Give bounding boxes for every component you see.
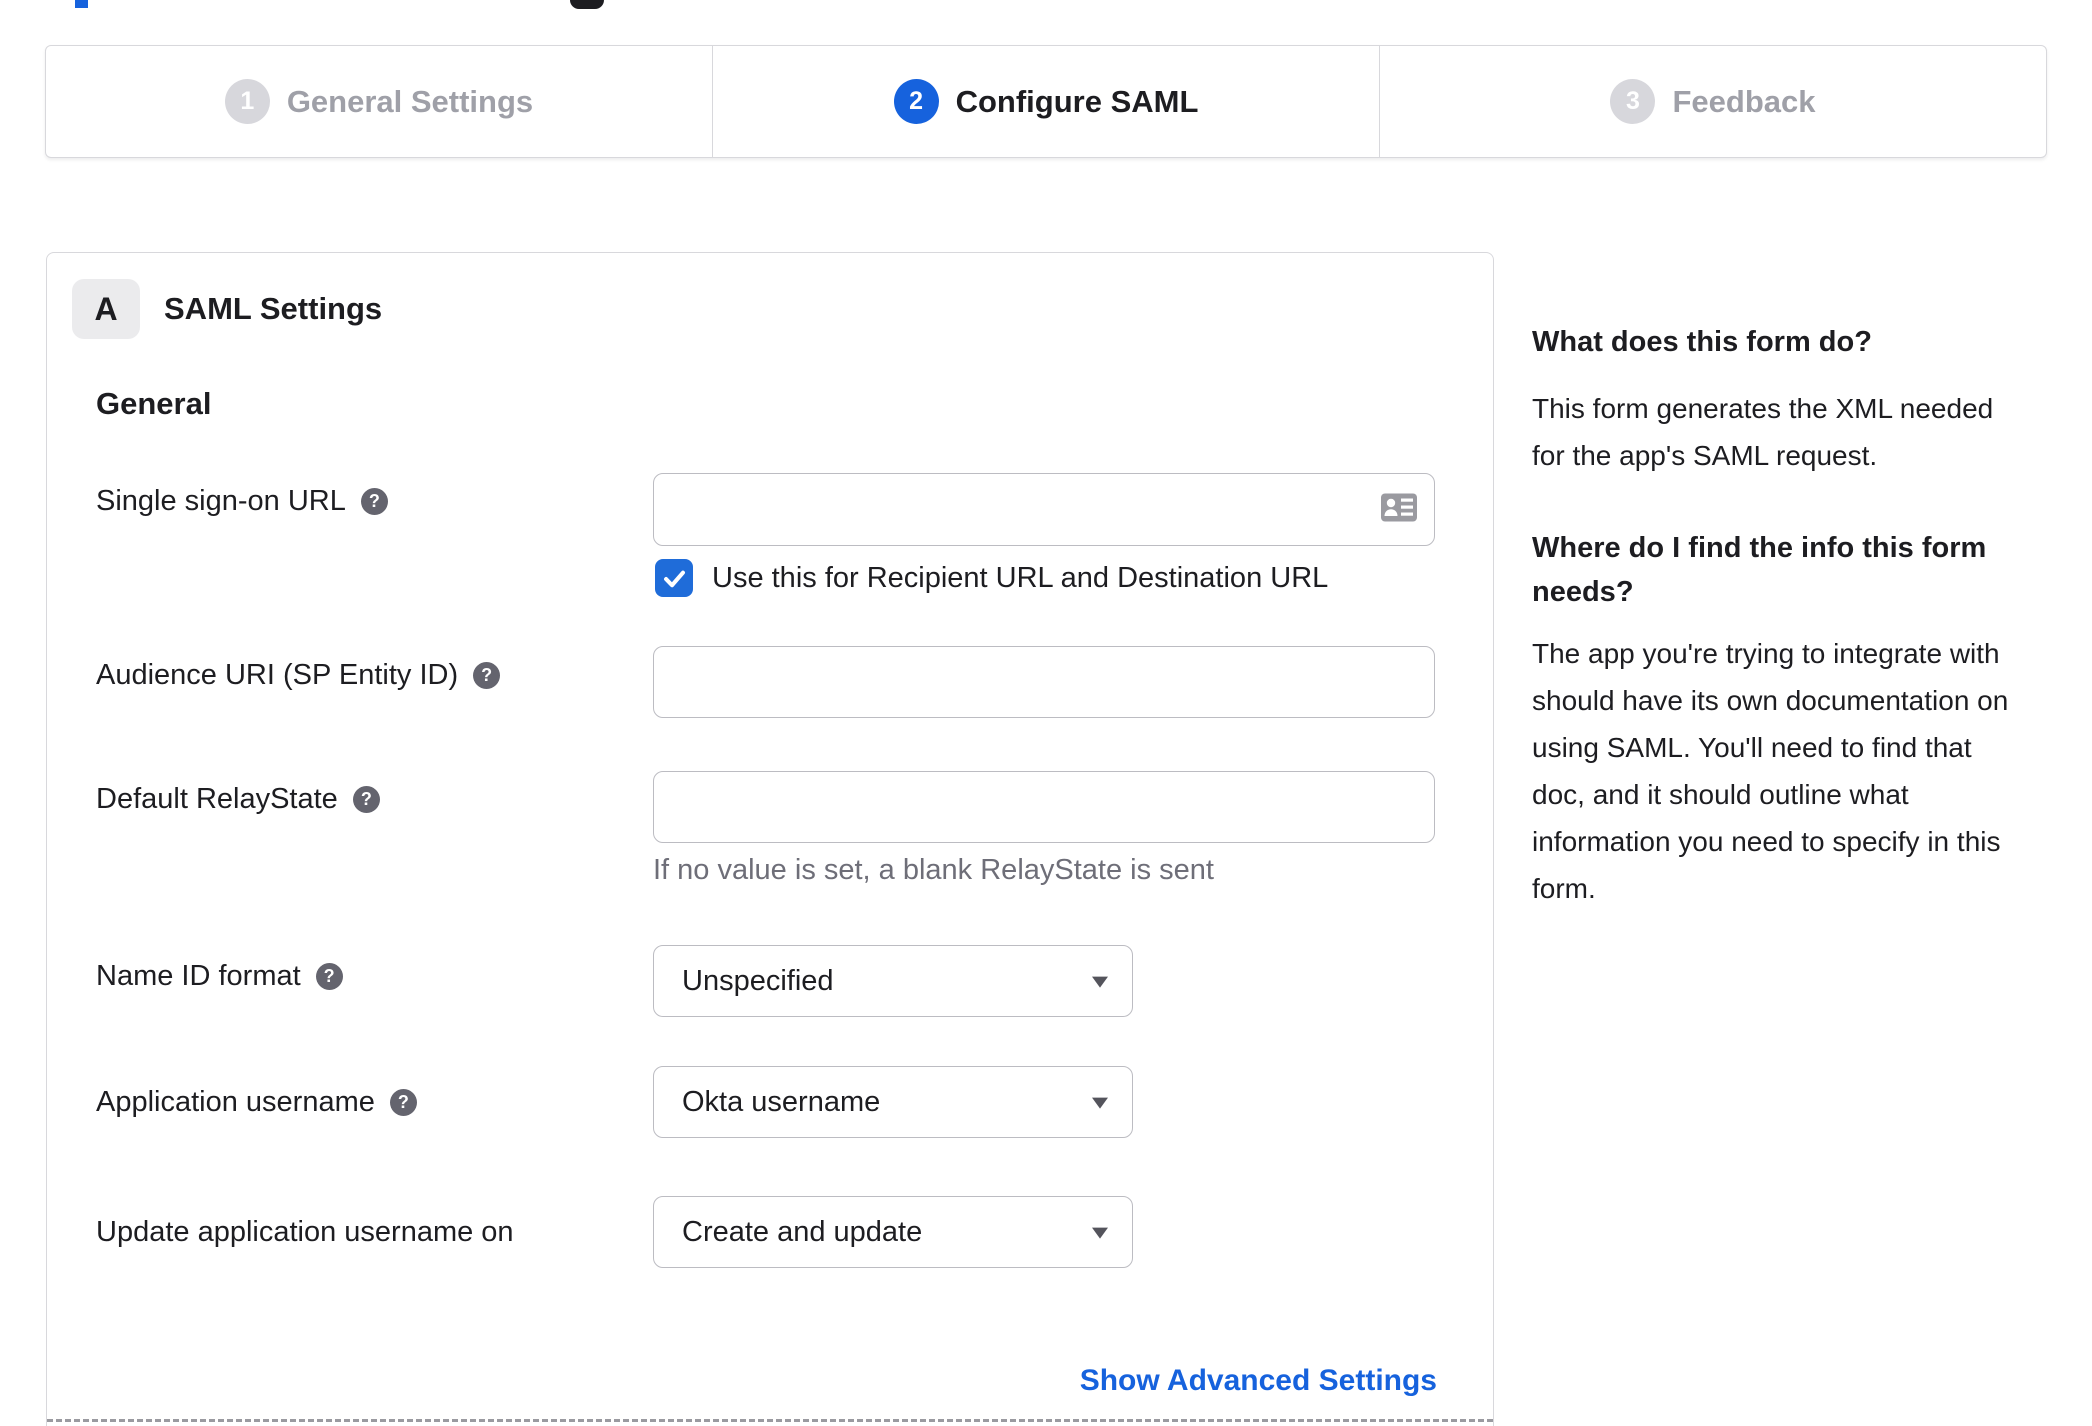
name-id-format-label: Name ID format [96, 960, 301, 992]
show-advanced-settings-link[interactable]: Show Advanced Settings [1080, 1361, 1437, 1401]
sso-url-input[interactable] [653, 473, 1435, 546]
step-general-settings[interactable]: 1 General Settings [46, 46, 713, 157]
app-username-label-row: Application username [96, 1082, 417, 1122]
name-id-format-label-row: Name ID format [96, 956, 343, 996]
step-1-number-badge: 1 [224, 79, 270, 124]
name-id-format-select[interactable]: Unspecified [653, 945, 1133, 1017]
relay-state-hint: If no value is set, a blank RelayState i… [653, 854, 1214, 886]
configure-saml-page: 1 General Settings 2 Configure SAML 3 Fe… [0, 0, 2092, 1426]
wizard-stepper: 1 General Settings 2 Configure SAML 3 Fe… [45, 45, 2047, 158]
step-1-label: General Settings [286, 83, 534, 119]
relay-state-help-icon[interactable] [352, 785, 380, 813]
relay-state-input[interactable] [653, 771, 1435, 843]
saml-settings-card: A SAML Settings General Single sign-on U… [46, 252, 1494, 1426]
step-configure-saml[interactable]: 2 Configure SAML [713, 46, 1380, 157]
recipient-url-checkbox-row: Use this for Recipient URL and Destinati… [655, 559, 1328, 597]
app-username-label: Application username [96, 1086, 375, 1118]
help-answer-2: The app you're trying to integrate with … [1532, 638, 2009, 904]
step-3-label: Feedback [1672, 83, 1816, 119]
recipient-url-checkbox[interactable] [655, 559, 693, 597]
chevron-down-icon [1092, 1227, 1108, 1239]
sso-url-label: Single sign-on URL [96, 485, 346, 517]
chevron-down-icon [1092, 1097, 1108, 1109]
app-username-value: Okta username [682, 1085, 881, 1118]
dashed-section-divider [47, 1419, 1493, 1422]
audience-uri-input[interactable] [653, 646, 1435, 718]
update-app-username-label: Update application username on [96, 1216, 514, 1248]
relay-state-label: Default RelayState [96, 783, 338, 815]
update-app-username-label-row: Update application username on [96, 1212, 514, 1252]
recipient-url-checkbox-label: Use this for Recipient URL and Destinati… [712, 561, 1329, 594]
clipped-top-toolbar-fragment [570, 0, 604, 9]
update-app-username-value: Create and update [682, 1215, 923, 1248]
name-id-format-help-icon[interactable] [315, 962, 343, 990]
general-section-heading: General [96, 386, 212, 421]
app-username-help-icon[interactable] [389, 1088, 417, 1116]
sso-url-input-wrap [653, 473, 1435, 546]
relay-state-label-row: Default RelayState [96, 779, 380, 819]
name-id-format-value: Unspecified [682, 964, 834, 997]
clipped-top-blue-fragment [75, 0, 88, 8]
audience-uri-help-icon[interactable] [473, 661, 501, 689]
help-answer-1: This form generates the XML needed for t… [1532, 393, 1994, 471]
help-question-1: What does this form do? [1532, 326, 1872, 358]
update-app-username-select[interactable]: Create and update [653, 1196, 1133, 1268]
step-2-label: Configure SAML [955, 83, 1199, 119]
card-title: SAML Settings [164, 291, 383, 326]
audience-uri-label: Audience URI (SP Entity ID) [96, 659, 459, 691]
section-a-badge: A [72, 279, 140, 339]
step-feedback[interactable]: 3 Feedback [1380, 46, 2046, 157]
checkmark-icon [663, 570, 685, 587]
step-3-number-badge: 3 [1610, 79, 1656, 124]
app-username-select[interactable]: Okta username [653, 1066, 1133, 1138]
step-2-number-badge: 2 [893, 79, 939, 124]
chevron-down-icon [1092, 976, 1108, 988]
sso-url-help-icon[interactable] [360, 487, 388, 515]
audience-uri-label-row: Audience URI (SP Entity ID) [96, 655, 501, 695]
help-question-2: Where do I find the info this form needs… [1532, 532, 1987, 608]
sso-url-label-row: Single sign-on URL [96, 481, 388, 521]
